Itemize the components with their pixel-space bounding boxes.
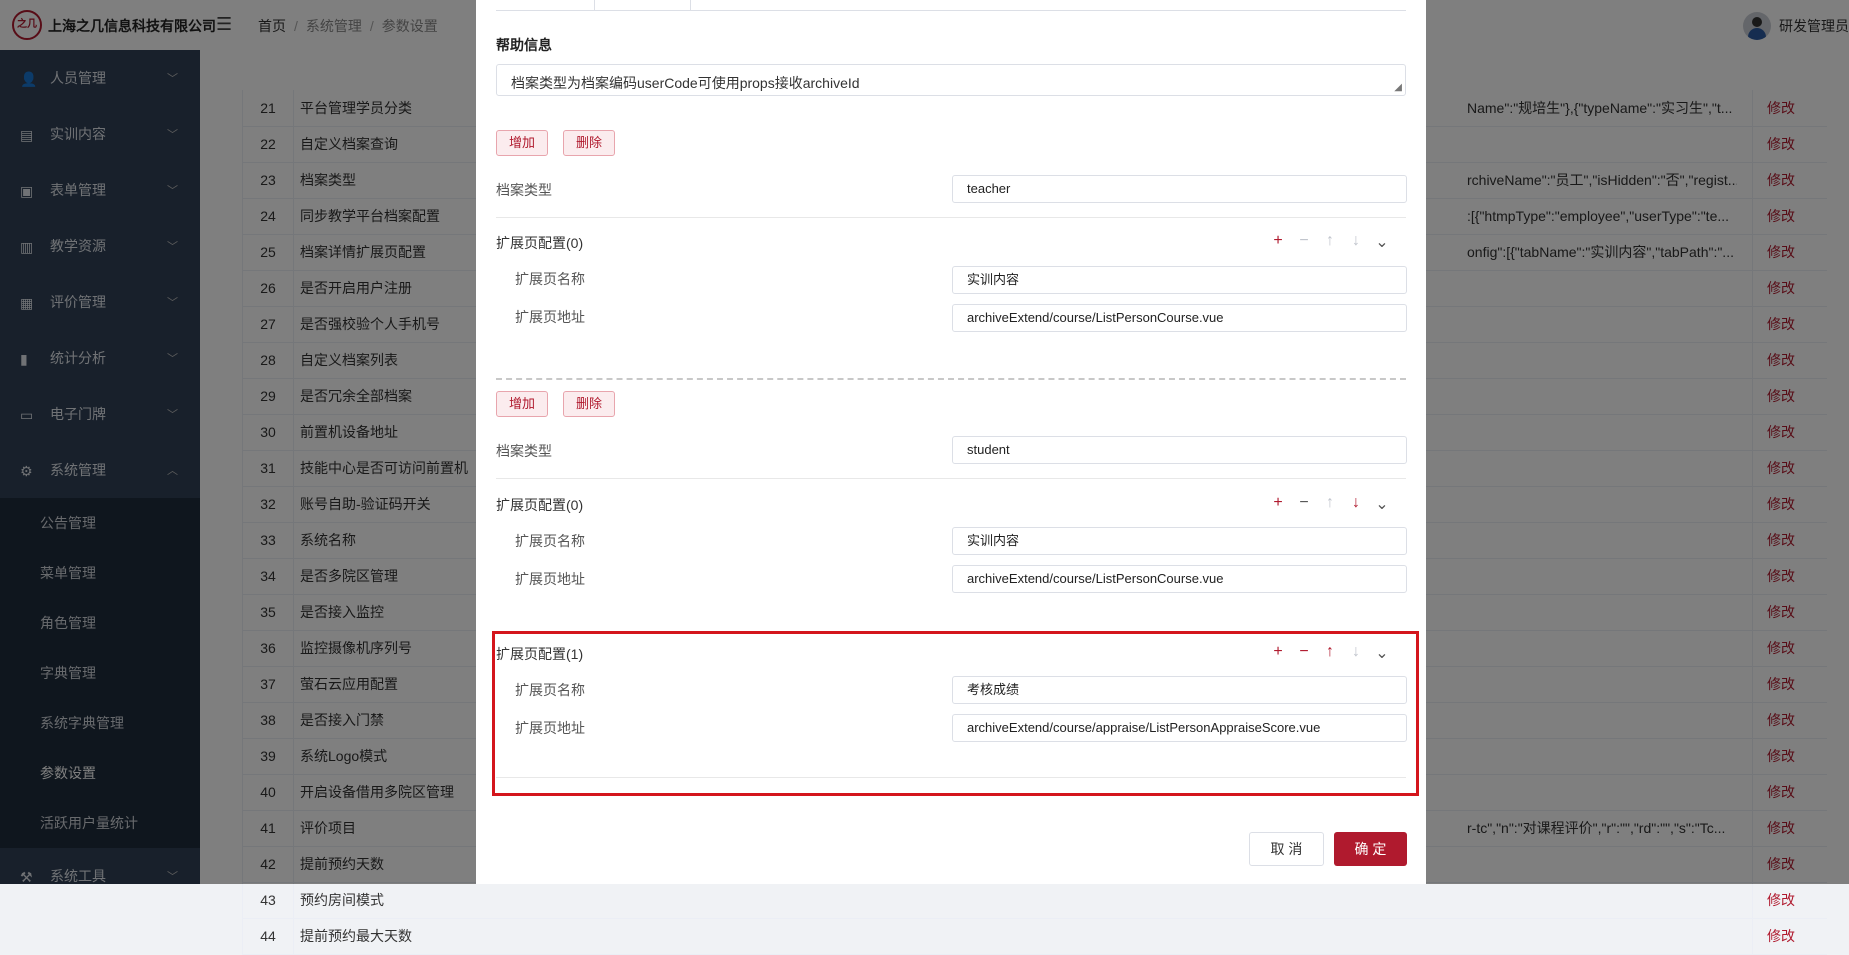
cancel-button[interactable]: 取 消 [1249,832,1324,866]
edit-link[interactable]: 修改 [1752,918,1842,954]
tab-first[interactable] [496,0,595,10]
minus-icon[interactable]: − [1296,494,1312,514]
archive-type-label: 档案类型 [496,182,552,198]
table-row: 43 预约房间模式 修改 [242,882,1827,919]
highlight-box [492,631,1419,796]
param-value [1467,918,1737,954]
ext-name-label: 扩展页名称 [515,533,585,549]
add-button[interactable]: 增加 [496,130,549,156]
delete-button[interactable]: 删除 [563,130,616,156]
group-separator [496,378,1406,380]
table-row: 44 提前预约最大天数 修改 [242,918,1827,955]
help-title: 帮助信息 [496,37,552,53]
archive-type-input[interactable]: teacher [952,175,1407,203]
arrow-down-icon[interactable]: ↓ [1348,494,1364,514]
ext-config-title: 扩展页配置(0) [496,235,584,251]
arrow-up-icon[interactable]: ↑ [1322,232,1338,252]
divider [496,217,1406,218]
arrow-up-icon[interactable]: ↑ [1322,494,1338,514]
edit-link[interactable]: 修改 [1752,882,1842,918]
ext-addr-input[interactable]: archiveExtend/course/ListPersonCourse.vu… [952,565,1407,593]
ext-config-title: 扩展页配置(0) [496,497,584,513]
tab-second[interactable] [594,0,691,10]
plus-icon[interactable]: + [1270,494,1286,514]
archive-type-input[interactable]: student [952,436,1407,464]
dialog-tabs [496,0,1406,11]
arrow-down-icon[interactable]: ↓ [1348,232,1364,252]
archive-type-label: 档案类型 [496,443,552,459]
ext-name-label: 扩展页名称 [515,271,585,287]
param-name: 提前预约最大天数 [300,928,412,944]
ext-config-controls: + − ↑ ↓ ⌄ [1270,494,1390,514]
row-number: 44 [242,918,294,954]
ext-config-controls: + − ↑ ↓ ⌄ [1270,232,1390,252]
param-value [1467,882,1737,918]
ext-name-input[interactable]: 实训内容 [952,266,1407,294]
add-button[interactable]: 增加 [496,391,549,417]
ext-addr-label: 扩展页地址 [515,571,585,587]
help-text: 档案类型为档案编码userCode可使用props接收archiveId [511,75,860,91]
plus-icon[interactable]: + [1270,232,1286,252]
help-textarea[interactable]: 档案类型为档案编码userCode可使用props接收archiveId ◢ [496,64,1406,96]
minus-icon[interactable]: − [1296,232,1312,252]
confirm-button[interactable]: 确 定 [1334,832,1407,866]
param-name: 预约房间模式 [300,892,384,908]
row-number: 43 [242,882,294,918]
chevron-down-icon[interactable]: ⌄ [1374,494,1390,514]
ext-addr-label: 扩展页地址 [515,309,585,325]
resize-handle-icon[interactable]: ◢ [1394,82,1402,93]
ext-addr-input[interactable]: archiveExtend/course/ListPersonCourse.vu… [952,304,1407,332]
ext-name-input[interactable]: 实训内容 [952,527,1407,555]
chevron-down-icon[interactable]: ⌄ [1374,232,1390,252]
divider [496,478,1406,479]
delete-button[interactable]: 删除 [563,391,616,417]
